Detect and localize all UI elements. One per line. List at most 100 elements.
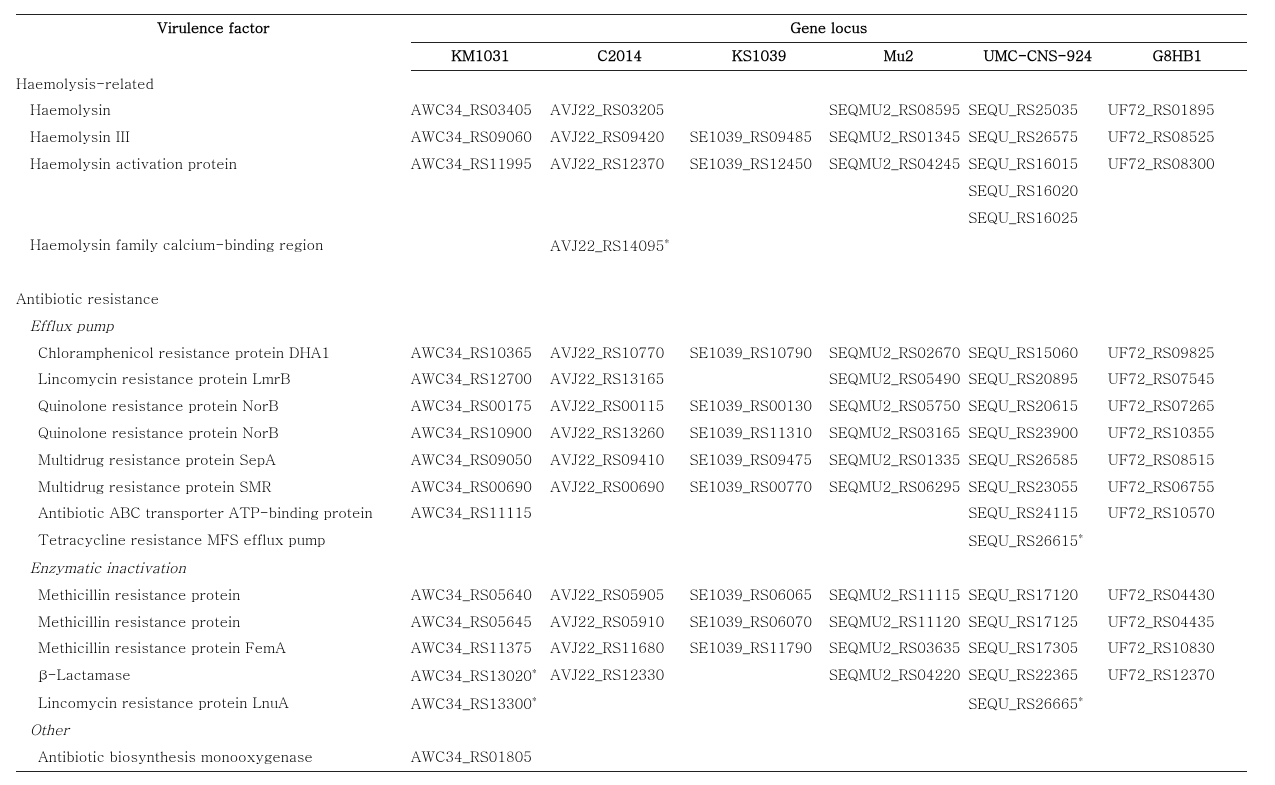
locus-cell: AVJ22_RS09410 xyxy=(550,447,689,474)
locus-cell: UF72_RS01895 xyxy=(1108,97,1247,124)
locus-cell: SEQU_RS16025 xyxy=(968,205,1107,232)
locus-cell xyxy=(829,500,968,527)
col-header-gene-locus: Gene locus xyxy=(411,15,1247,43)
spacer-cell xyxy=(16,259,1247,286)
locus-cell: AVJ22_RS14095* xyxy=(550,232,689,260)
locus-cell: SEQMU2_RS01335 xyxy=(829,447,968,474)
locus-cell: AVJ22_RS11680 xyxy=(550,635,689,662)
locus-cell xyxy=(1108,232,1247,260)
locus-cell xyxy=(829,744,968,771)
locus-cell: SEQU_RS26665* xyxy=(968,690,1107,718)
row-label: Multidrug resistance protein SMR xyxy=(16,474,411,501)
table-row: Enzymatic inactivation xyxy=(16,555,1247,582)
locus-cell: SE1039_RS12450 xyxy=(689,151,828,178)
locus-cell: SEQU_RS20895 xyxy=(968,366,1107,393)
col-header-strain-5: G8HB1 xyxy=(1108,42,1247,70)
locus-cell: UF72_RS04430 xyxy=(1108,582,1247,609)
table-row: Other xyxy=(16,717,1247,744)
locus-cell: AWC34_RS11995 xyxy=(411,151,550,178)
locus-cell xyxy=(829,527,968,555)
locus-cell xyxy=(689,744,828,771)
table-row: SEQU_RS16025 xyxy=(16,205,1247,232)
locus-cell: AWC34_RS00690 xyxy=(411,474,550,501)
locus-cell: SEQMU2_RS08595 xyxy=(829,97,968,124)
locus-cell xyxy=(1108,178,1247,205)
row-label: Methicillin resistance protein xyxy=(16,609,411,636)
locus-cell: AWC34_RS01805 xyxy=(411,744,550,771)
row-label: Chloramphenicol resistance protein DHA1 xyxy=(16,340,411,367)
row-label: Quinolone resistance protein NorB xyxy=(16,393,411,420)
locus-cell: AWC34_RS10365 xyxy=(411,340,550,367)
locus-cell xyxy=(550,205,689,232)
table-row: Multidrug resistance protein SMRAWC34_RS… xyxy=(16,474,1247,501)
locus-cell: SEQU_RS26585 xyxy=(968,447,1107,474)
col-header-strain-0: KM1031 xyxy=(411,42,550,70)
locus-cell: SEQMU2_RS06295 xyxy=(829,474,968,501)
table-row: Tetracycline resistance MFS efflux pumpS… xyxy=(16,527,1247,555)
locus-cell xyxy=(1108,527,1247,555)
locus-cell xyxy=(689,366,828,393)
locus-cell: SEQU_RS17125 xyxy=(968,609,1107,636)
locus-cell: SE1039_RS11310 xyxy=(689,420,828,447)
locus-cell: UF72_RS08300 xyxy=(1108,151,1247,178)
locus-cell: AVJ22_RS13260 xyxy=(550,420,689,447)
row-label: Methicillin resistance protein FemA xyxy=(16,635,411,662)
locus-cell: SEQU_RS17305 xyxy=(968,635,1107,662)
locus-cell: SE1039_RS06070 xyxy=(689,609,828,636)
col-header-strain-3: Mu2 xyxy=(829,42,968,70)
locus-cell: AVJ22_RS10770 xyxy=(550,340,689,367)
locus-cell: SE1039_RS09485 xyxy=(689,124,828,151)
locus-cell xyxy=(411,232,550,260)
table-row: Efflux pump xyxy=(16,313,1247,340)
locus-cell: UF72_RS10830 xyxy=(1108,635,1247,662)
locus-cell: SEQU_RS25035 xyxy=(968,97,1107,124)
locus-cell: SEQU_RS23055 xyxy=(968,474,1107,501)
locus-cell: UF72_RS08515 xyxy=(1108,447,1247,474)
locus-cell: AWC34_RS13020* xyxy=(411,662,550,690)
table-row: Quinolone resistance protein NorBAWC34_R… xyxy=(16,420,1247,447)
section-label: Efflux pump xyxy=(16,313,1247,340)
locus-cell xyxy=(550,690,689,718)
locus-cell xyxy=(968,232,1107,260)
locus-cell xyxy=(550,527,689,555)
row-label: Antibiotic biosynthesis monooxygenase xyxy=(16,744,411,771)
table-row: Haemolysin activation proteinAWC34_RS119… xyxy=(16,151,1247,178)
locus-cell: UF72_RS06755 xyxy=(1108,474,1247,501)
row-label: Methicillin resistance protein xyxy=(16,582,411,609)
locus-cell: AWC34_RS11375 xyxy=(411,635,550,662)
locus-cell: UF72_RS10355 xyxy=(1108,420,1247,447)
locus-cell xyxy=(689,178,828,205)
row-label: Haemolysin III xyxy=(16,124,411,151)
locus-cell xyxy=(829,205,968,232)
locus-cell: AVJ22_RS00690 xyxy=(550,474,689,501)
locus-cell xyxy=(689,500,828,527)
row-label: Lincomycin resistance protein LnuA xyxy=(16,690,411,718)
table-row: Lincomycin resistance protein LmrBAWC34_… xyxy=(16,366,1247,393)
table-row: Methicillin resistance proteinAWC34_RS05… xyxy=(16,582,1247,609)
locus-cell xyxy=(689,662,828,690)
col-header-virulence-factor: Virulence factor xyxy=(16,15,411,71)
locus-cell: SEQMU2_RS11120 xyxy=(829,609,968,636)
table-row: Lincomycin resistance protein LnuAAWC34_… xyxy=(16,690,1247,718)
table-row: SEQU_RS16020 xyxy=(16,178,1247,205)
section-label: Haemolysis-related xyxy=(16,70,1247,97)
table-row: Multidrug resistance protein SepAAWC34_R… xyxy=(16,447,1247,474)
locus-cell: SEQMU2_RS05750 xyxy=(829,393,968,420)
locus-cell xyxy=(689,97,828,124)
row-label: Multidrug resistance protein SepA xyxy=(16,447,411,474)
locus-cell: AWC34_RS10900 xyxy=(411,420,550,447)
locus-cell: SEQMU2_RS01345 xyxy=(829,124,968,151)
locus-cell: AVJ22_RS13165 xyxy=(550,366,689,393)
locus-cell: SEQU_RS23900 xyxy=(968,420,1107,447)
row-label: Quinolone resistance protein NorB xyxy=(16,420,411,447)
table-row: β-LactamaseAWC34_RS13020*AVJ22_RS12330SE… xyxy=(16,662,1247,690)
locus-cell xyxy=(550,178,689,205)
locus-cell: UF72_RS08525 xyxy=(1108,124,1247,151)
locus-cell: SEQMU2_RS05490 xyxy=(829,366,968,393)
locus-cell xyxy=(1108,744,1247,771)
locus-cell: UF72_RS07265 xyxy=(1108,393,1247,420)
locus-cell: AVJ22_RS12330 xyxy=(550,662,689,690)
locus-cell xyxy=(411,205,550,232)
locus-cell: SEQU_RS17120 xyxy=(968,582,1107,609)
row-label: β-Lactamase xyxy=(16,662,411,690)
